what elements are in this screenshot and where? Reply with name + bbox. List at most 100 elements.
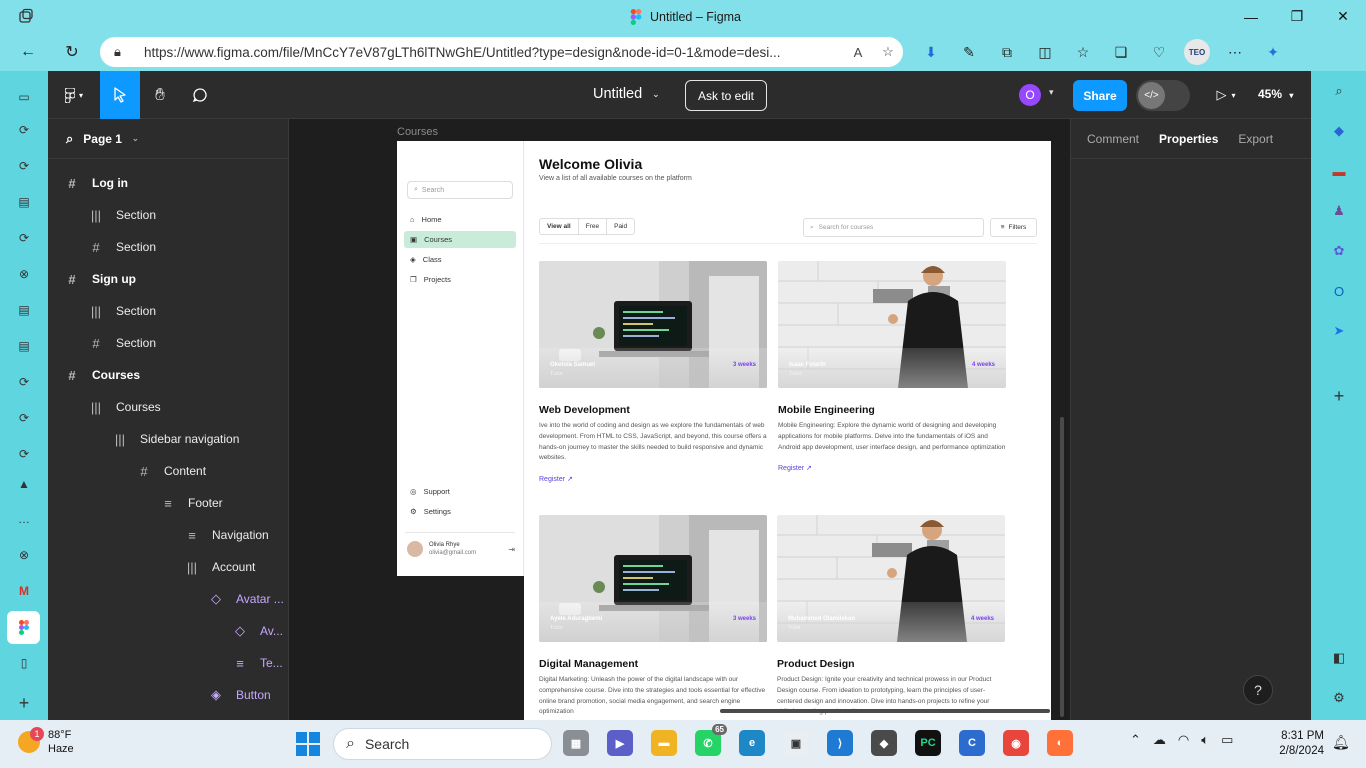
- course-card[interactable]: Muhammed Olamilekan Tutor 4 weeks Produc…: [777, 515, 1005, 718]
- split-screen-icon[interactable]: ◫: [1032, 39, 1058, 65]
- course-card[interactable]: Ayele Aduragbemi Tutor 3 weeks Digital M…: [539, 515, 767, 718]
- layer-row[interactable]: ◇ Av...: [232, 615, 283, 647]
- layer-row[interactable]: ||| Section: [88, 199, 156, 231]
- chrome-icon[interactable]: ◉: [1003, 730, 1029, 756]
- move-tool-button[interactable]: [100, 71, 140, 119]
- address-bar[interactable]: 🔒︎ https://www.figma.com/file/MnCcY7eV87…: [100, 37, 903, 67]
- layer-row[interactable]: # Content: [136, 455, 206, 487]
- vscode-icon[interactable]: ⟩: [827, 730, 853, 756]
- layer-row[interactable]: ||| Account: [184, 551, 255, 583]
- copilot-sidebar-icon[interactable]: ✿: [1329, 241, 1349, 261]
- volume-icon[interactable]: 🔈︎: [1201, 732, 1209, 748]
- tab-export[interactable]: Export: [1238, 132, 1273, 146]
- wifi-icon[interactable]: ◠: [1178, 732, 1189, 748]
- canvas-vertical-scrollbar[interactable]: [1060, 417, 1064, 717]
- browser-essentials-icon[interactable]: ♡: [1146, 39, 1172, 65]
- layer-row[interactable]: # Section: [88, 231, 156, 263]
- zoom-level[interactable]: 45%: [1258, 87, 1282, 101]
- pdf-tab-icon[interactable]: ▤: [14, 192, 34, 212]
- main-menu-button[interactable]: ▾: [56, 71, 92, 119]
- file-title-text[interactable]: Untitled: [593, 86, 642, 102]
- tab-icon[interactable]: ⟳: [14, 444, 34, 464]
- design-main-frame[interactable]: Welcome Olivia View a list of all availa…: [524, 141, 1051, 720]
- nav-item-projects[interactable]: ❐ Projects: [404, 271, 516, 288]
- tab-paid[interactable]: Paid: [607, 219, 634, 234]
- tools-icon[interactable]: ▬: [1329, 161, 1349, 181]
- tab-icon[interactable]: ⟳: [14, 120, 34, 140]
- figma-tab-icon[interactable]: [7, 611, 40, 644]
- chevron-down-icon[interactable]: ⌄: [652, 89, 660, 100]
- layer-row[interactable]: # Courses: [64, 359, 140, 391]
- present-button[interactable]: ▷ ▾: [1208, 71, 1244, 119]
- nav-item-courses[interactable]: ▣ Courses: [404, 231, 516, 248]
- c-app-icon[interactable]: C: [959, 730, 985, 756]
- blank-tab-icon[interactable]: ▯: [14, 653, 34, 673]
- page-selector[interactable]: ⌕ Page 1 ⌄: [48, 119, 288, 159]
- page-name[interactable]: Page 1: [83, 132, 122, 146]
- user-avatar[interactable]: O: [1019, 84, 1041, 106]
- chevron-up-icon[interactable]: ⌃: [1130, 732, 1141, 748]
- chevron-down-icon[interactable]: ▾: [1289, 91, 1293, 100]
- layer-row[interactable]: ||| Sidebar navigation: [112, 423, 239, 455]
- battery-icon[interactable]: ▭: [1221, 732, 1233, 748]
- read-aloud-icon[interactable]: A: [843, 45, 873, 60]
- send-icon[interactable]: ➤: [1329, 321, 1349, 341]
- layer-row[interactable]: ≡ Footer: [160, 487, 222, 519]
- vertical-tabs-icon[interactable]: ▭: [14, 87, 34, 107]
- comment-tool-button[interactable]: [180, 71, 220, 119]
- layer-row[interactable]: # Sign up: [64, 263, 136, 295]
- task-view-icon[interactable]: ▦: [563, 730, 589, 756]
- shopping-icon[interactable]: ◆: [1329, 121, 1349, 141]
- new-tab-icon[interactable]: +: [14, 693, 34, 713]
- hide-sidebar-icon[interactable]: ◧: [1329, 648, 1349, 668]
- layer-row[interactable]: ||| Section: [88, 295, 156, 327]
- nav-item-class[interactable]: ◈ Class: [404, 251, 516, 268]
- taskbar-search[interactable]: ⌕ Search: [333, 728, 552, 760]
- canvas-horizontal-scrollbar[interactable]: [720, 709, 1050, 713]
- more-menu-icon[interactable]: ⋯: [1222, 39, 1248, 65]
- colorful-app-icon[interactable]: ◆: [871, 730, 897, 756]
- extensions-icon[interactable]: ⧉: [994, 39, 1020, 65]
- layer-row[interactable]: ≡ Navigation: [184, 519, 269, 551]
- tab-icon[interactable]: ⟳: [14, 228, 34, 248]
- tab-view-all[interactable]: View all: [540, 219, 579, 234]
- pdf-tab-icon[interactable]: ▤: [14, 300, 34, 320]
- layer-row[interactable]: # Log in: [64, 167, 128, 199]
- sidebar-search-input[interactable]: ⌕ Search: [407, 181, 513, 199]
- add-sidebar-app-icon[interactable]: +: [1329, 386, 1349, 406]
- hand-tool-button[interactable]: ✋︎: [140, 71, 180, 119]
- layer-row[interactable]: Nav: [160, 711, 209, 720]
- course-search-input[interactable]: ⌕ Search for courses: [803, 218, 984, 237]
- chevron-down-icon[interactable]: ▾: [1049, 87, 1054, 98]
- url-text[interactable]: https://www.figma.com/file/MnCcY7eV87gLT…: [144, 45, 843, 60]
- games-icon[interactable]: ♟: [1329, 201, 1349, 221]
- copilot-icon[interactable]: ✦: [1260, 39, 1286, 65]
- tab-icon[interactable]: ⟳: [14, 156, 34, 176]
- nav-item-support[interactable]: ◎ Support: [404, 483, 516, 500]
- register-link[interactable]: Register ↗: [778, 464, 1006, 472]
- weather-widget[interactable]: 1 88°F Haze: [18, 727, 74, 756]
- onedrive-cloud-icon[interactable]: ☁: [1153, 732, 1166, 748]
- favorites-icon[interactable]: ☆: [1070, 39, 1096, 65]
- layer-row[interactable]: ◇ Avatar ...: [208, 583, 284, 615]
- firefox-icon[interactable]: ◐: [1047, 730, 1073, 756]
- filters-button[interactable]: ≡ Filters: [990, 218, 1037, 237]
- minimize-button[interactable]: —: [1228, 0, 1274, 33]
- frame-label[interactable]: Courses: [397, 126, 438, 138]
- whatsapp-icon[interactable]: ✆ 65: [695, 724, 727, 756]
- tab-icon[interactable]: ⟳: [14, 408, 34, 428]
- tab-icon[interactable]: ⊗: [14, 264, 34, 284]
- pdf-tab-icon[interactable]: ▤: [14, 336, 34, 356]
- logout-icon[interactable]: ⇥: [508, 545, 515, 554]
- close-window-button[interactable]: ✕: [1320, 0, 1366, 33]
- layer-row[interactable]: ||| Courses: [88, 391, 161, 423]
- design-canvas[interactable]: Courses ⌕ Search ⌂ Home ▣ Courses ◈ Class ❐…: [289, 119, 1070, 720]
- search-icon[interactable]: ⌕: [1329, 81, 1349, 101]
- tab-comment[interactable]: Comment: [1087, 132, 1139, 146]
- register-link[interactable]: Register ↗: [539, 475, 767, 483]
- tab-properties[interactable]: Properties: [1159, 132, 1218, 146]
- search-icon[interactable]: ⌕: [66, 131, 73, 147]
- settings-gear-icon[interactable]: ⚙: [1329, 688, 1349, 708]
- tab-actions-icon[interactable]: [18, 8, 34, 24]
- help-button[interactable]: ?: [1243, 675, 1273, 705]
